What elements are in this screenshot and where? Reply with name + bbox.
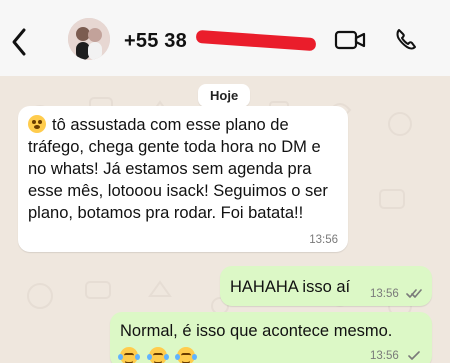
tears-of-joy-emoji-icon <box>118 347 140 363</box>
message-bubble-outgoing[interactable]: Normal, é isso que acontece mesmo. 13:56 <box>110 312 432 363</box>
outgoing-message-2-text: Normal, é isso que acontece mesmo. <box>120 322 393 340</box>
contact-phone-visible: +55 38 <box>124 30 187 52</box>
message-text: tô assustada com esse plano de tráfego, … <box>28 114 338 224</box>
message-time-status: 13:56 <box>370 288 422 300</box>
contact-avatar[interactable] <box>68 18 110 60</box>
phone-icon <box>396 29 416 50</box>
date-label: Hoje <box>210 88 239 103</box>
contact-phone-title[interactable]: +55 38 <box>124 30 187 53</box>
message-bubble-incoming[interactable]: tô assustada com esse plano de tráfego, … <box>18 106 348 252</box>
incoming-message-time: 13:56 <box>309 234 338 246</box>
chat-header: +55 38 <box>0 0 450 77</box>
chat-area[interactable]: Hoje tô assustada com esse plano de tráf… <box>0 76 450 363</box>
video-call-button[interactable] <box>334 28 366 52</box>
outgoing-message-2-time: 13:56 <box>370 350 399 362</box>
message-time: 13:56 <box>309 234 338 246</box>
redaction-mark <box>195 29 317 52</box>
flushed-emoji-icon <box>28 115 46 133</box>
avatar-image <box>68 18 110 60</box>
voice-call-button[interactable] <box>392 26 418 54</box>
back-button[interactable] <box>6 24 34 60</box>
tears-of-joy-emoji-icon <box>146 347 169 363</box>
outgoing-message-1-text: HAHAHA isso aí <box>230 278 351 296</box>
message-bubble-outgoing[interactable]: HAHAHA isso aí 13:56 <box>220 266 432 306</box>
tears-of-joy-emoji-icon <box>175 347 198 363</box>
double-check-icon <box>406 289 422 298</box>
message-time-status: 13:56 <box>370 350 422 362</box>
date-separator: Hoje <box>198 84 251 107</box>
incoming-message-text: tô assustada com esse plano de tráfego, … <box>28 116 328 222</box>
check-icon <box>408 351 420 360</box>
outgoing-message-1-time: 13:56 <box>370 288 399 300</box>
chevron-left-icon <box>12 28 26 56</box>
video-icon <box>334 30 366 50</box>
